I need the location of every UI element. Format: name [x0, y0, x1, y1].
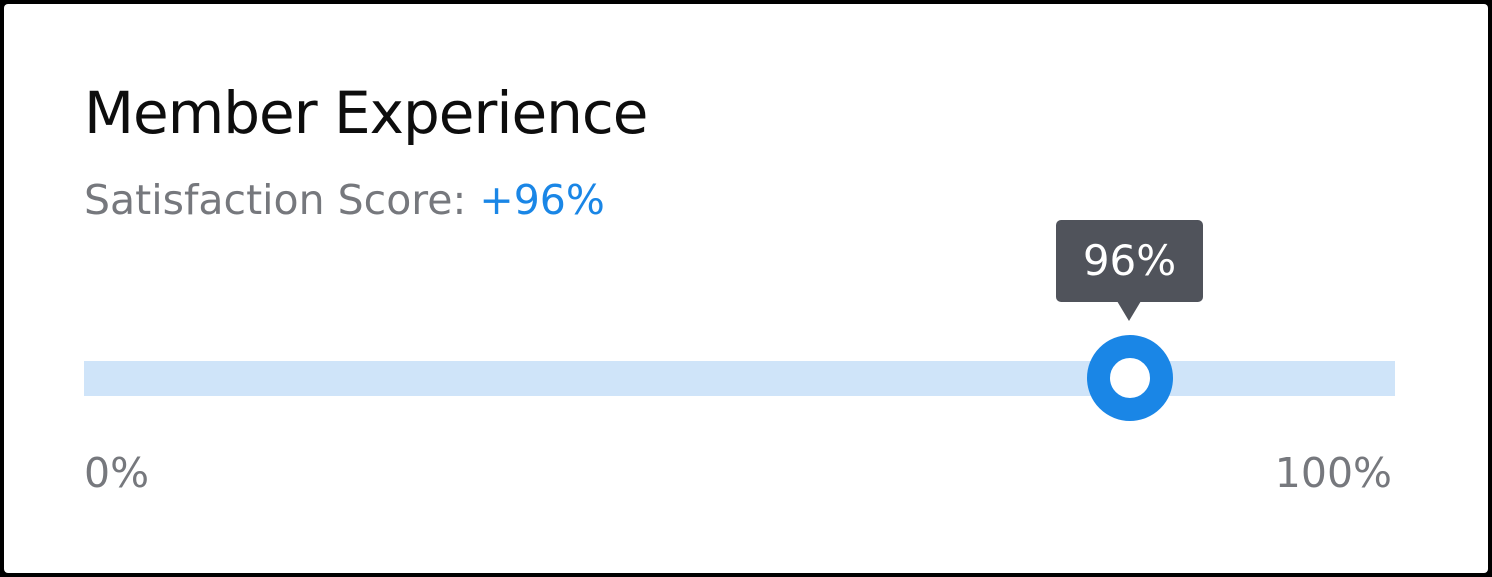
- slider-min-label: 0%: [84, 449, 150, 497]
- tooltip-pointer: [1117, 301, 1141, 321]
- slider-value-tooltip: 96%: [1056, 220, 1203, 302]
- slider-max-label: 100%: [1274, 449, 1392, 497]
- satisfaction-label: Satisfaction Score:: [84, 176, 467, 224]
- slider-thumb[interactable]: [1087, 335, 1173, 421]
- satisfaction-score-value: +96%: [479, 176, 605, 224]
- slider-track[interactable]: [84, 361, 1395, 396]
- satisfaction-subtitle: Satisfaction Score: +96%: [84, 174, 605, 226]
- card-title: Member Experience: [84, 79, 648, 147]
